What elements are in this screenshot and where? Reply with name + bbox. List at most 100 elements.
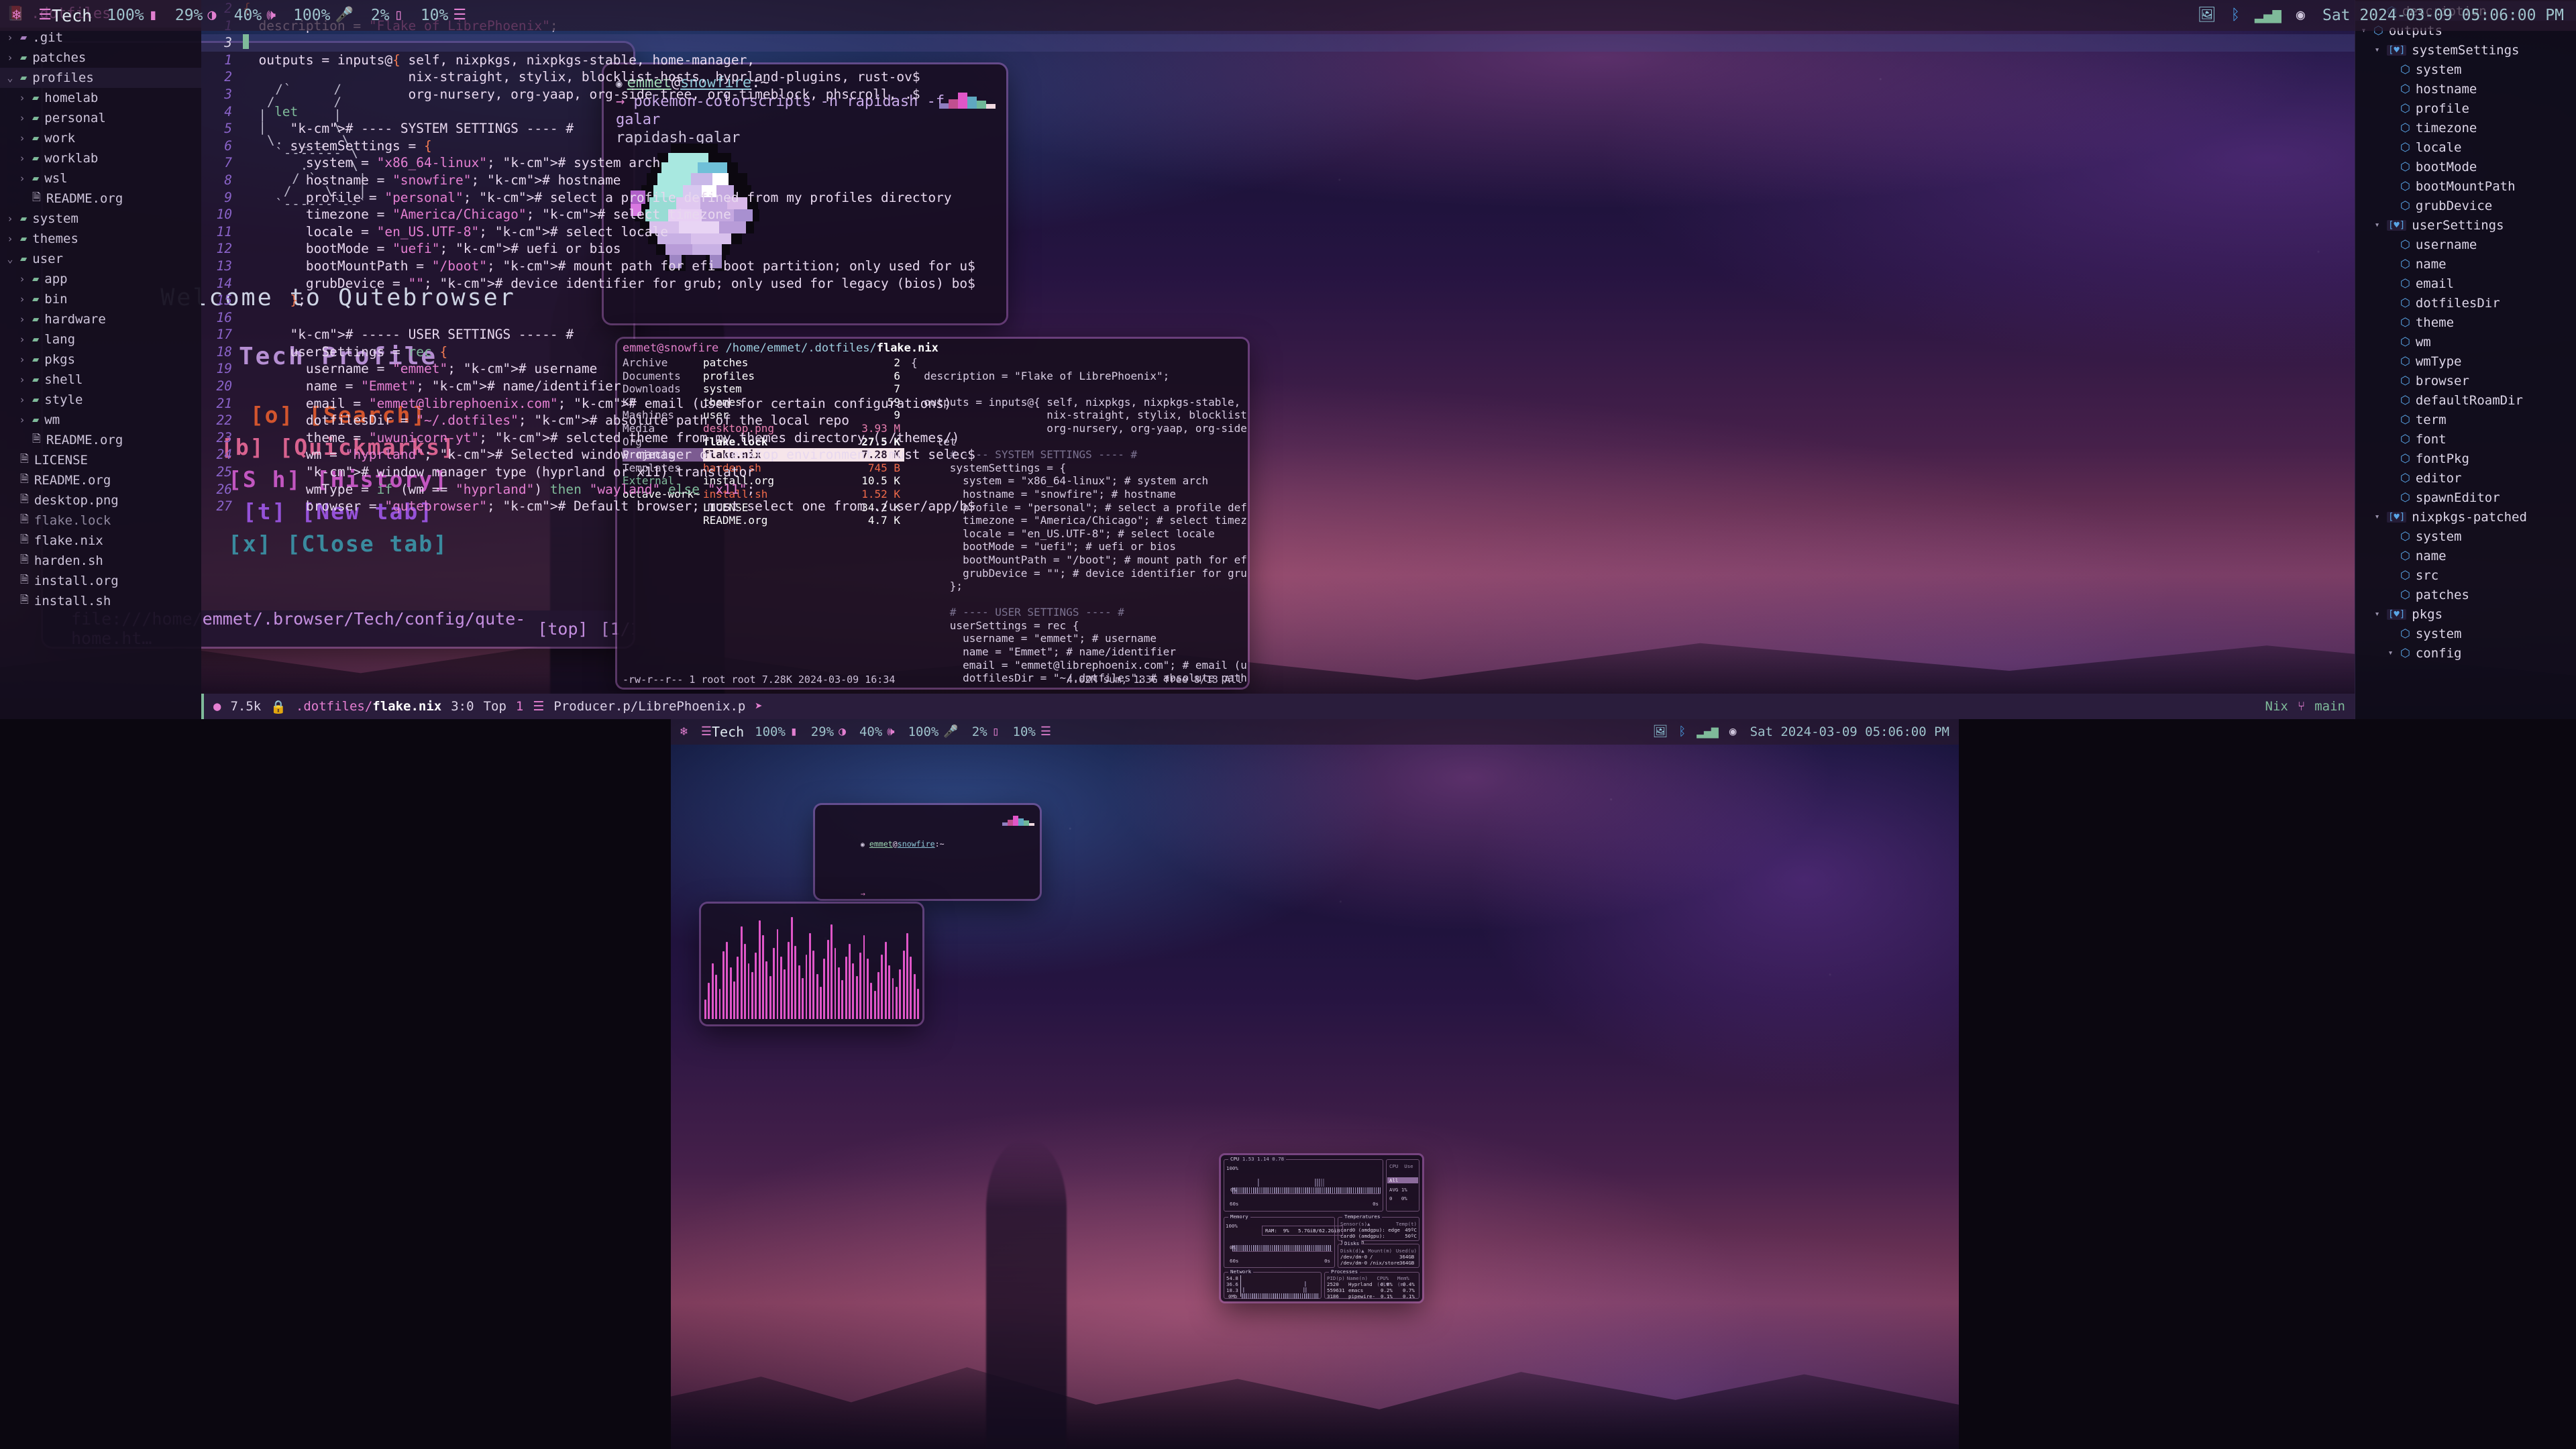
imenu-item-bootmode[interactable]: ⬡ bootMode [2355,157,2576,176]
treemacs-item-bin[interactable]: › ▰ bin [0,289,201,309]
nix-snowflake-icon-2[interactable]: ❄ [680,726,688,738]
code-line[interactable]: 13 bootMountPath = "/boot"; "k-cm"># mou… [201,258,2355,275]
treemacs-item-license[interactable]: 🗎 LICENSE [0,450,201,470]
code-line[interactable]: 19 username = "emmet"; "k-cm"># username [201,360,2355,378]
code-line[interactable]: 25 "k-cm"># window manager type (hyprlan… [201,464,2355,481]
module-microphone-2[interactable]: 100% 🎤 [908,724,959,739]
chevron-right-icon[interactable]: › [17,394,27,406]
imenu-item-term[interactable]: ⬡ term [2355,410,2576,429]
disc-icon-2[interactable]: ◉ [1729,726,1737,738]
treemacs-item-desktoppng[interactable]: 🗎 desktop.png [0,490,201,511]
treemacs-sidebar[interactable]: 📕 .dotfiles ›▰.git›▰patches⌄▰profiles›▰h… [0,0,201,719]
treemacs-item-flakenix[interactable]: 🗎 flake.nix [0,531,201,551]
table-row[interactable]: 3186pipewire-pu…0.1%0.1% [1327,1293,1417,1301]
treemacs-item-work[interactable]: › ▰ work [0,128,201,148]
code-line[interactable]: 9 profile = "personal"; "k-cm"># select … [201,189,2355,207]
memory-panel[interactable]: Memory 100% 0% 60s 0s RAM: 9% 5.7GiB/62.… [1224,1214,1344,1268]
imenu-item-username[interactable]: ⬡ username [2355,235,2576,254]
cpu-core-box[interactable]: CPU Use All AVG 1% 0 0% [1386,1159,1419,1212]
module-brightness-2[interactable]: 29% ◑ [811,724,846,739]
treemacs-item-themes[interactable]: › ▰ themes [0,229,201,249]
code-line[interactable]: 27 browser = "qutebrowser"; "k-cm"># Def… [201,498,2355,515]
treemacs-item-installsh[interactable]: 🗎 install.sh [0,591,201,611]
imenu-item-patches[interactable]: ⬡ patches [2355,585,2576,604]
imenu-item-spawneditor[interactable]: ⬡ spawnEditor [2355,488,2576,507]
treemacs-item-shell[interactable]: › ▰ shell [0,370,201,390]
module-volume-2[interactable]: 40% 🕪 [859,724,895,739]
code-line[interactable]: 18 userSettings = rec { [201,343,2355,361]
triangle-down-icon[interactable]: ▾ [2373,512,2381,522]
screenshot-icon[interactable]: 🖼 [2198,8,2216,23]
treemacs-item-readmeorg[interactable]: 🗎 README.org [0,189,201,209]
code-line[interactable]: 12 bootMode = "uefi"; "k-cm"># uefi or b… [201,240,2355,258]
code-line[interactable]: 2 nix-straight, stylix, blocklist-hosts,… [201,68,2355,86]
code-line[interactable]: 3 [201,34,2355,52]
code-line[interactable]: 6 systemSettings = { [201,138,2355,155]
imenu-item-email[interactable]: ⬡ email [2355,274,2576,293]
code-line[interactable]: 7 system = "x86_64-linux"; "k-cm"># syst… [201,154,2355,172]
triangle-down-icon[interactable]: ▾ [2373,609,2381,619]
treemacs-item-worklab[interactable]: › ▰ worklab [0,148,201,168]
treemacs-item-system[interactable]: › ▰ system [0,209,201,229]
temperatures-panel[interactable]: Temperatures Sensor(s)▲ Temp(t) card0 (am… [1338,1214,1419,1245]
table-row[interactable]: 2520 Hyprland 0.3% 0.4% [1327,1281,1417,1287]
treemacs-item-lang[interactable]: › ▰ lang [0,329,201,350]
table-row[interactable]: /dev/dm-0/364GB [1340,1254,1417,1260]
disks-panel[interactable]: Disks Disk(d)▲ Mount(m) Used(u) /dev/dm-0/… [1338,1240,1419,1268]
treemacs-item-style[interactable]: › ▰ style [0,390,201,410]
module-battery[interactable]: 100% ▮ [107,7,158,24]
cpu-panel[interactable]: CPU 1.53 1.14 0.78 100% 0% 60s 0s [1224,1156,1383,1212]
imenu-item-timezone[interactable]: ⬡ timezone [2355,118,2576,138]
code-line[interactable]: 24 wm = "hyprland"; "k-cm"># Selected wi… [201,446,2355,464]
imenu-outline-panel[interactable]: ⬡description▾⬡outputs▾[♥]systemSettings⬡… [2355,0,2576,719]
code-line[interactable]: 21 email = "emmet@librephoenix.com"; "k-… [201,395,2355,413]
code-line[interactable]: 11 locale = "en_US.UTF-8"; "k-cm"># sele… [201,223,2355,241]
code-line[interactable]: 10 timezone = "America/Chicago"; "k-cm">… [201,206,2355,223]
imenu-item-system[interactable]: ⬡ system [2355,60,2576,79]
nix-snowflake-icon[interactable]: ❄ [12,8,21,23]
treemacs-item-readmeorg[interactable]: 🗎 README.org [0,430,201,450]
chevron-right-icon[interactable]: › [17,112,27,124]
chevron-right-icon[interactable]: › [17,354,27,366]
imenu-item-grubdevice[interactable]: ⬡ grubDevice [2355,196,2576,215]
status-bar-primary[interactable]: ❄ ☰ Tech 100% ▮ 29% ◑ 40% 🕪 100% 🎤 2% ▯ … [0,0,2576,31]
module-memory[interactable]: 10% ☰ [421,7,466,24]
imenu-item-name[interactable]: ⬡ name [2355,254,2576,274]
imenu-item-wmtype[interactable]: ⬡ wmType [2355,352,2576,371]
imenu-item-system[interactable]: ⬡ system [2355,527,2576,546]
imenu-item-editor[interactable]: ⬡ editor [2355,468,2576,488]
imenu-item-src[interactable]: ⬡ src [2355,566,2576,585]
chevron-right-icon[interactable]: › [17,172,27,184]
treemacs-item-hardware[interactable]: › ▰ hardware [0,309,201,329]
disc-icon[interactable]: ◉ [2296,8,2305,23]
bluetooth-icon[interactable]: ᛒ [2231,8,2240,23]
code-line[interactable]: 3 org-nursery, org-yaap, org-side-tree, … [201,86,2355,103]
imenu-item-dotfilesdir[interactable]: ⬡ dotfilesDir [2355,293,2576,313]
code-line[interactable]: 22 dotfilesDir = "~/.dotfiles"; "k-cm">#… [201,412,2355,429]
chevron-right-icon[interactable]: › [17,374,27,386]
imenu-item-theme[interactable]: ⬡ theme [2355,313,2576,332]
status-bar-secondary[interactable]: ❄ ☰ Tech 100% ▮ 29% ◑ 40% 🕪 100% 🎤 2% ▯ 10% ☰ … [671,719,1959,745]
emacs-window[interactable]: 📕 .dotfiles ›▰.git›▰patches⌄▰profiles›▰h… [0,0,2576,719]
network-panel[interactable]: Network 54.8 36.6 18.3 0Mb [1224,1269,1322,1299]
module-cpu[interactable]: 2% ▯ [371,7,403,24]
cava-visualizer-window[interactable] [701,904,922,1024]
chevron-right-icon[interactable]: › [17,152,27,164]
code-line[interactable]: 4 let [201,103,2355,121]
imenu-item-fontpkg[interactable]: ⬡ fontPkg [2355,449,2576,468]
code-line[interactable]: 1 outputs = inputs@{ self, nixpkgs, nixp… [201,52,2355,69]
treemacs-item-profiles[interactable]: ⌄ ▰ profiles [0,68,201,88]
module-cpu-2[interactable]: 2% ▯ [972,724,1000,739]
module-volume[interactable]: 40% 🕪 [234,7,276,24]
code-line[interactable]: 16 [201,309,2355,327]
code-line[interactable]: 20 name = "Emmet"; "k-cm"># name/identif… [201,378,2355,395]
cpu-core-selected[interactable]: All [1387,1177,1418,1183]
treemacs-item-wm[interactable]: › ▰ wm [0,410,201,430]
triangle-down-icon[interactable]: ▾ [2373,45,2381,55]
imenu-item-nixpkgs-patched[interactable]: ▾ [♥] nixpkgs-patched [2355,507,2576,527]
imenu-item-locale[interactable]: ⬡ locale [2355,138,2576,157]
imenu-item-usersettings[interactable]: ▾ [♥] userSettings [2355,215,2576,235]
code-line[interactable]: 23 theme = "uwunicorn-yt"; "k-cm"># selc… [201,429,2355,447]
disfetch-terminal-window[interactable]: ◉emmet@snowfire:~ → disfetch \\ \\ //WE|… [815,805,1040,899]
module-microphone[interactable]: 100% 🎤 [293,7,354,24]
